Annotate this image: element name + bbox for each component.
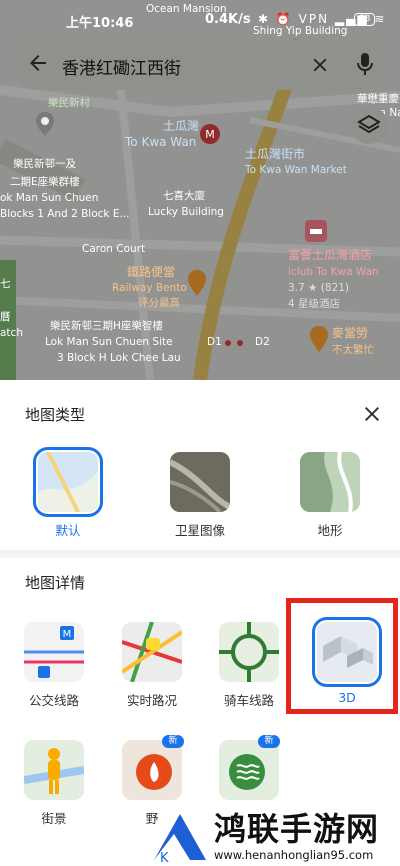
map-type-label: 地形 (317, 523, 343, 538)
map-label: 3 Block H Lok Chee Lau (57, 352, 181, 364)
watermark-url: www.henanhonglian95.com (214, 848, 374, 862)
layers-button[interactable] (350, 106, 388, 144)
network-speed: 0.4K/s (205, 12, 251, 27)
map-label: 3.7 ★ (821) (288, 282, 350, 294)
map-label: 土瓜灣街市 (245, 147, 306, 161)
map-label: To Kwa Wan Market (245, 164, 347, 176)
section-divider (0, 550, 400, 558)
layers-icon (357, 114, 381, 134)
battery-icon: 83 (354, 13, 376, 26)
map-type-label: 默认 (55, 523, 81, 538)
detail-bicycling[interactable] (219, 622, 279, 682)
map-label: 4 星级酒店 (288, 298, 341, 310)
new-badge: 新 (162, 735, 184, 748)
map-label: 土瓜灣 (163, 119, 200, 133)
detail-label: 实时路况 (126, 693, 177, 708)
map-label: Lok Man Sun Chuen Site (45, 336, 173, 348)
highlight-frame (286, 598, 398, 714)
new-badge: 新 (258, 735, 280, 748)
map-label: 樂民新邨一及 (13, 158, 76, 170)
map-label: 评分最高 (138, 297, 180, 309)
bicycle-route-icon (219, 622, 279, 682)
search-bar[interactable]: 香港红磡江西街 (14, 40, 386, 90)
transit-icon: M (24, 622, 84, 682)
map-label: 華懋重慶 (357, 93, 399, 105)
search-query[interactable]: 香港红磡江西街 (62, 54, 181, 79)
pegman-icon (24, 740, 84, 800)
detail-wildfires[interactable] (122, 740, 182, 800)
map-label: 麥當勞 (332, 326, 369, 340)
map-label: 樂民新邨三期H座樂智樓 (50, 320, 163, 332)
map-details-title: 地图详情 (25, 574, 86, 592)
microphone-icon[interactable] (356, 52, 374, 76)
map-label: D1 (207, 336, 222, 348)
status-time: 上午10:46 (66, 16, 134, 31)
map-label: Lucky Building (148, 206, 224, 218)
map-label: ok Man Sun Chuen (0, 192, 99, 204)
restaurant-pin-icon[interactable] (310, 326, 328, 352)
terrain-map-icon (300, 452, 360, 512)
detail-label: 骑车线路 (223, 693, 274, 708)
map-type-title: 地图类型 (25, 406, 86, 424)
watermark-title: 鸿联手游网 (214, 810, 380, 848)
detail-air-quality[interactable] (219, 740, 279, 800)
svg-text:K: K (160, 851, 169, 864)
detail-traffic[interactable] (122, 622, 182, 682)
map-label: Blocks 1 And 2 Block E... (0, 208, 130, 220)
map-label: 曆 (0, 311, 11, 323)
air-quality-icon (219, 740, 279, 800)
detail-transit[interactable]: M (24, 622, 84, 682)
map-label: iclub To Kwa Wan (288, 266, 379, 278)
hotel-icon[interactable] (305, 220, 327, 242)
back-arrow-icon[interactable] (26, 51, 50, 75)
close-icon[interactable] (360, 402, 384, 426)
satellite-map-icon (170, 452, 230, 512)
map-type-label: 卫星图像 (174, 523, 225, 538)
clear-icon[interactable] (309, 54, 331, 76)
map-label: 不太繁忙 (332, 344, 374, 356)
svg-text:M: M (205, 128, 215, 141)
traffic-icon (122, 622, 182, 682)
map-label: 富薈土瓜灣酒店 (288, 248, 373, 262)
map-type-default[interactable] (33, 447, 103, 517)
svg-text:M: M (63, 629, 72, 640)
map-pin-icon[interactable] (36, 112, 54, 136)
status-bar: 上午10:46 0.4K/s ✱ ⏰ VPN ▂▄▆ ≋ 83 (0, 8, 400, 34)
watermark-logo-icon: K (154, 814, 206, 864)
detail-label: 公交线路 (28, 693, 79, 708)
detail-street-view[interactable] (24, 740, 84, 800)
default-map-icon (38, 452, 98, 512)
map-label: 七喜大廈 (163, 190, 205, 202)
fire-icon (122, 740, 182, 800)
map-label: 七 (0, 278, 11, 290)
watermark: K 鸿联手游网 www.henanhonglian95.com (150, 800, 400, 866)
station-exit-icon (225, 340, 243, 346)
map-label: atch (0, 327, 23, 339)
map-label: To Kwa Wan (125, 135, 197, 149)
metro-station-icon[interactable]: M (200, 124, 220, 144)
restaurant-pin-icon[interactable] (188, 270, 206, 296)
detail-label: 街景 (41, 811, 67, 826)
map-label: 樂民新村 (48, 97, 90, 109)
map-label: Caron Court (82, 243, 146, 255)
map-label: Railway Bento (112, 282, 187, 294)
map-type-terrain[interactable] (300, 452, 360, 512)
map-type-satellite[interactable] (170, 452, 230, 512)
map-label: 二期E座樂群樓 (10, 176, 80, 188)
map-label: 鐵路便當 (127, 265, 176, 279)
